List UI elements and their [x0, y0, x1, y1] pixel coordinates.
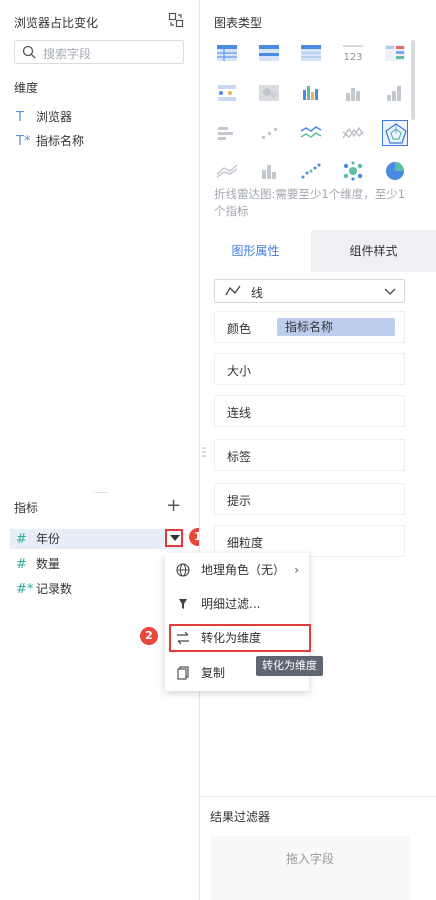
property-label: 颜色 — [227, 322, 252, 336]
grouped-bar-icon[interactable] — [256, 158, 282, 184]
tab-graphic-properties[interactable]: 图形属性 — [200, 230, 311, 272]
chart-config-panel: 图表类型 123 折线雷达图:需要至少1个维度，至少1个指标 图形属性 组件样式… — [200, 0, 436, 900]
globe-icon — [175, 556, 191, 594]
menu-item-geo-role[interactable]: 地理角色（无） › — [165, 556, 309, 584]
menu-item-label: 复制 — [201, 666, 226, 680]
property-label: 连线 — [227, 406, 252, 420]
caret-down-icon — [170, 535, 180, 541]
dimension-section-label: 维度 — [14, 81, 39, 95]
result-filter-separator — [200, 796, 436, 797]
search-icon — [22, 45, 36, 62]
field-dropdown-button[interactable] — [165, 529, 183, 547]
number-type-icon: # — [16, 532, 27, 547]
tab-component-style[interactable]: 组件样式 — [311, 230, 436, 272]
result-filter-dropzone[interactable]: 拖入字段 — [210, 836, 410, 900]
stacked-bar-icon[interactable] — [214, 120, 240, 146]
connect-line-property[interactable]: 连线 — [214, 395, 405, 427]
range-area-icon[interactable] — [214, 158, 240, 184]
text-type-icon: T — [16, 110, 24, 125]
search-input[interactable]: 搜索字段 — [14, 40, 184, 64]
vertical-resize-handle[interactable] — [202, 446, 206, 463]
scatter-icon[interactable] — [298, 158, 324, 184]
menu-item-highlight-frame — [169, 624, 311, 652]
field-name: 数量 — [36, 557, 61, 571]
number-type-icon: # — [16, 557, 27, 572]
switch-dataset-icon[interactable] — [168, 12, 184, 28]
property-label: 细粒度 — [227, 536, 264, 550]
chart-requirement-hint: 折线雷达图:需要至少1个维度，至少1个指标 — [214, 187, 406, 218]
drop-hint: 拖入字段 — [285, 852, 334, 866]
search-placeholder: 搜索字段 — [43, 47, 92, 61]
text-type-icon: T* — [16, 134, 31, 149]
line-chart-icon[interactable] — [298, 120, 324, 146]
measure-section-label: 指标 — [14, 501, 39, 515]
menu-item-detail-filter[interactable]: 明细过滤... — [165, 590, 309, 618]
color-field-chip[interactable]: 指标名称 — [277, 318, 395, 336]
field-panel: 浏览器占比变化 搜索字段 维度 T 浏览器 T* 指标名称 ⋯⋯ 指标 + # 年份 … — [0, 0, 207, 900]
result-filter-title: 结果过滤器 — [210, 810, 271, 824]
bar-chart-icon[interactable] — [340, 80, 366, 106]
color-property[interactable]: 颜色 指标名称 — [214, 311, 405, 343]
copy-icon — [175, 659, 191, 697]
label-property[interactable]: 标签 — [214, 439, 405, 471]
dimension-field[interactable]: T 浏览器 — [16, 107, 72, 127]
crosstab-icon[interactable] — [256, 40, 282, 66]
measure-field[interactable]: #* 记录数 — [16, 579, 72, 599]
detail-table-icon[interactable] — [298, 40, 324, 66]
svg-text:123: 123 — [343, 52, 362, 63]
mark-type-select[interactable]: 线 — [214, 279, 405, 303]
small-scatter-icon[interactable] — [256, 120, 282, 146]
measure-field[interactable]: # 年份 — [16, 529, 60, 549]
filter-icon — [175, 590, 191, 628]
panel-resize-handle[interactable]: ⋯⋯ — [93, 488, 108, 497]
chevron-down-icon — [384, 286, 396, 300]
field-name: 年份 — [36, 532, 61, 546]
table-icon[interactable] — [214, 40, 240, 66]
colored-table-icon[interactable] — [382, 40, 408, 66]
field-name: 浏览器 — [36, 110, 73, 124]
add-measure-button[interactable]: + — [166, 497, 181, 515]
mark-type-value: 线 — [251, 286, 264, 300]
chart-type-scrollbar[interactable] — [411, 40, 415, 120]
bubble-icon[interactable] — [340, 158, 366, 184]
dataset-title: 浏览器占比变化 — [14, 16, 99, 30]
size-property[interactable]: 大小 — [214, 353, 405, 385]
area-line-icon[interactable] — [340, 120, 366, 146]
radar-icon[interactable] — [382, 120, 408, 146]
tooltip-property[interactable]: 提示 — [214, 483, 405, 515]
chevron-right-icon: › — [294, 563, 299, 577]
heat-map-icon[interactable] — [256, 80, 282, 106]
line-mark-icon — [225, 284, 241, 301]
dimension-field[interactable]: T* 指标名称 — [16, 131, 84, 151]
number-icon[interactable]: 123 — [340, 40, 366, 66]
measure-field[interactable]: # 数量 — [16, 554, 60, 574]
field-name: 指标名称 — [36, 134, 85, 148]
property-tabs: 图形属性 组件样式 — [200, 230, 436, 272]
property-label: 提示 — [227, 494, 252, 508]
number-type-icon: #* — [16, 582, 34, 597]
scatter-table-icon[interactable] — [214, 80, 240, 106]
menu-item-label: 明细过滤... — [201, 597, 261, 611]
menu-tooltip: 转化为维度 — [256, 656, 323, 676]
multi-bar-icon[interactable] — [298, 80, 324, 106]
field-name: 记录数 — [36, 582, 73, 596]
step-badge-2: 2 — [140, 627, 158, 645]
column-chart-icon[interactable] — [382, 80, 408, 106]
property-label: 大小 — [227, 364, 252, 378]
menu-item-label: 地理角色（无） — [201, 563, 286, 577]
chart-type-title: 图表类型 — [214, 16, 263, 30]
pie-icon[interactable] — [382, 158, 408, 184]
property-label: 标签 — [227, 450, 252, 464]
